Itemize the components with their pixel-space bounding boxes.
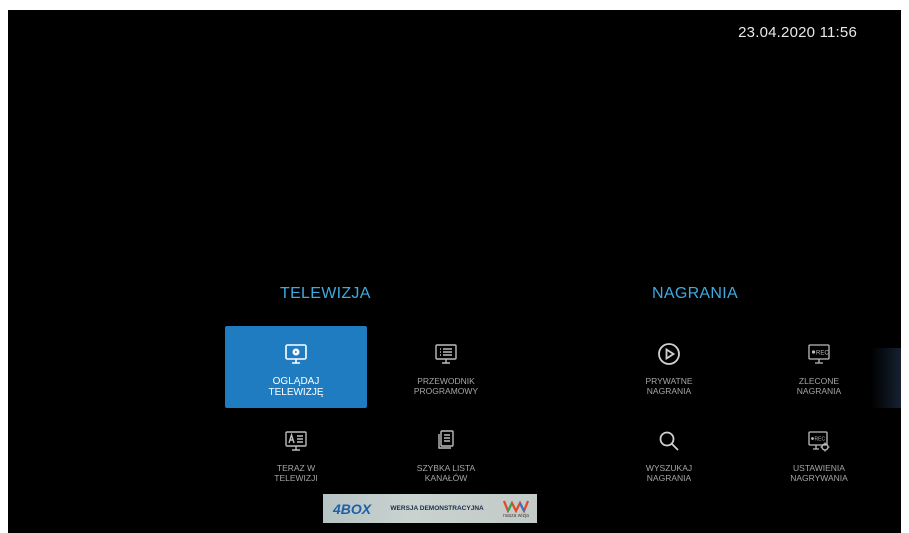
- tile-private-recordings-label: PRYWATNE NAGRANIA: [645, 376, 693, 396]
- rec-tv-icon: REC: [807, 342, 831, 366]
- now-tv-icon: [284, 429, 308, 453]
- tile-now-on-tv-label: TERAZ W TELEWIZJI: [274, 463, 318, 483]
- edge-glow: [871, 348, 901, 408]
- 4box-logo: 4BOX: [333, 500, 372, 517]
- tile-quick-channel-list-label: SZYBKA LISTA KANAŁÓW: [416, 463, 476, 483]
- tile-watch-tv[interactable]: OGLĄDAJ TELEWIZJĘ: [225, 326, 367, 408]
- tile-private-recordings[interactable]: PRYWATNE NAGRANIA: [598, 326, 740, 408]
- channel-list-icon: [434, 429, 458, 453]
- tile-now-on-tv[interactable]: TERAZ W TELEWIZJI: [225, 413, 367, 495]
- play-circle-icon: [657, 342, 681, 366]
- demo-version-label: WERSJA DEMONSTRACYJNA: [390, 505, 484, 512]
- tile-search-recordings-label: WYSZUKAJ NAGRANIA: [645, 463, 693, 483]
- brand-caption: nasza wizja: [503, 512, 529, 519]
- tile-recording-settings-label: USTAWIENIA NAGRYWANIA: [790, 463, 848, 483]
- tv-play-icon: [284, 342, 308, 366]
- section-title-recordings: NAGRANIA: [652, 285, 738, 302]
- clock: 23.04.2020 11:56: [738, 24, 857, 41]
- tile-program-guide-label: PRZEWODNIK PROGRAMOWY: [413, 376, 479, 396]
- rec-settings-icon: REC: [807, 429, 831, 453]
- tile-quick-channel-list[interactable]: SZYBKA LISTA KANAŁÓW: [375, 413, 517, 495]
- search-icon: [657, 429, 681, 453]
- tv-screen: 23.04.2020 11:56 TELEWIZJA NAGRANIA OGLĄ…: [8, 10, 901, 533]
- tile-recording-settings[interactable]: REC USTAWIENIA NAGRYWANIA: [748, 413, 890, 495]
- tile-watch-tv-label: OGLĄDAJ TELEWIZJĘ: [268, 376, 324, 398]
- tile-scheduled-recordings-label: ZLECONE NAGRANIA: [796, 376, 842, 396]
- brand-logo-icon: [502, 500, 529, 513]
- svg-text:REC: REC: [816, 350, 829, 356]
- demo-banner: 4BOX WERSJA DEMONSTRACYJNA nasza wizja: [323, 494, 537, 523]
- svg-text:REC: REC: [815, 437, 826, 443]
- tile-search-recordings[interactable]: WYSZUKAJ NAGRANIA: [598, 413, 740, 495]
- epg-list-icon: [434, 342, 458, 366]
- tile-scheduled-recordings[interactable]: REC ZLECONE NAGRANIA: [748, 326, 890, 408]
- tile-program-guide[interactable]: PRZEWODNIK PROGRAMOWY: [375, 326, 517, 408]
- brand-mark: nasza wizja: [502, 499, 529, 519]
- section-title-tv: TELEWIZJA: [280, 285, 371, 302]
